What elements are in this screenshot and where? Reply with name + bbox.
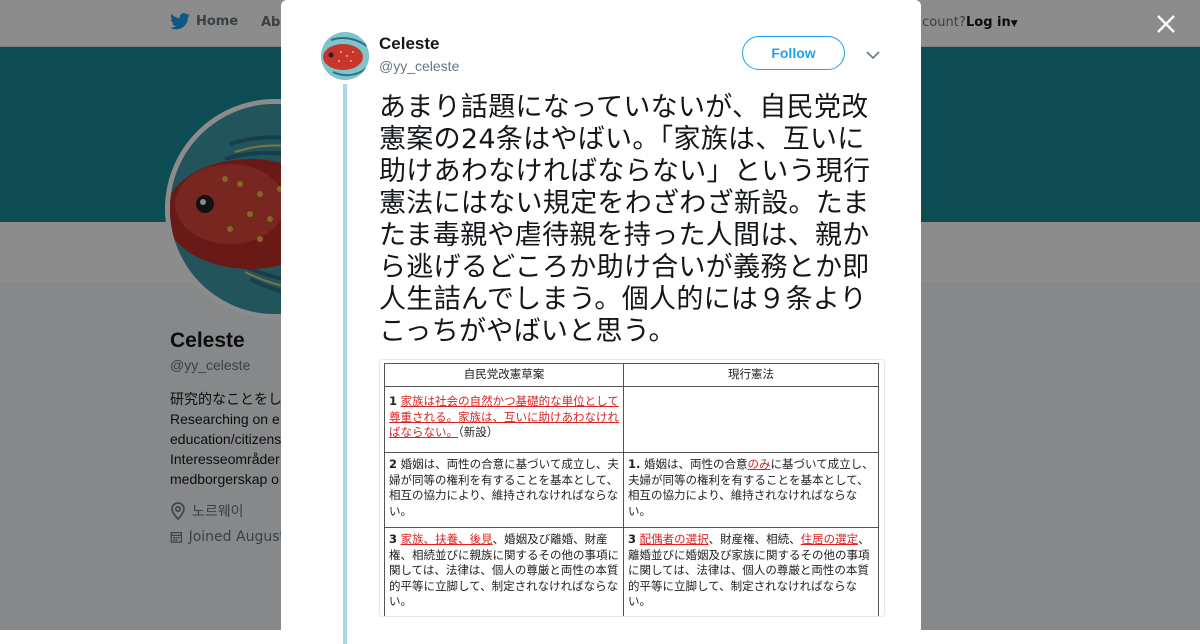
cell-text: 婚姻は、両性の合意 xyxy=(644,457,748,471)
clause-number: 3 xyxy=(389,532,398,546)
table-row: 1 家族は社会の自然かつ基礎的な単位として尊重される。家族は、互いに助けあわなけ… xyxy=(384,386,879,453)
cell-text: 、財産権、相続、 xyxy=(708,532,801,546)
cell-text: （新設） xyxy=(458,425,499,439)
thread-line xyxy=(343,84,347,644)
fish-avatar-image xyxy=(321,32,369,80)
chevron-down-icon[interactable] xyxy=(865,47,881,63)
highlighted-text: 配偶者の選択 xyxy=(639,532,709,546)
table-row: 2 婚姻は、両性の合意に基づいて成立し、夫婦が同等の権利を有することを基本として… xyxy=(384,452,879,528)
tweet-modal: Celeste @yy_celeste Follow あまり話題になっていないが… xyxy=(281,0,921,644)
clause-number: 1. xyxy=(628,457,641,471)
clause-number: 1 xyxy=(389,394,398,408)
clause-number: 3 xyxy=(628,532,637,546)
table-cell: 1. 婚姻は、両性の合意のみに基づいて成立し、夫婦が同等の権利を有することを基本… xyxy=(623,452,879,528)
follow-button[interactable]: Follow xyxy=(742,36,845,70)
table-header: 自民党改憲草案 xyxy=(384,363,624,387)
table-row: 3 家族、扶養、後見、婚姻及び離婚、財産権、相続並びに親族に関するその他の事項に… xyxy=(384,527,879,616)
tweet-text: あまり話題になっていないが、自民党改憲案の24条はやばい。「家族は、互いに助けあ… xyxy=(379,92,871,347)
tweet-image[interactable]: 自民党改憲草案 現行憲法 1 家族は社会の自然かつ基礎的な単位として尊重される。… xyxy=(379,359,885,617)
table-cell: 1 家族は社会の自然かつ基礎的な単位として尊重される。家族は、互いに助けあわなけ… xyxy=(384,386,624,453)
table-cell xyxy=(623,386,879,453)
highlighted-text: 家族、扶養、後見 xyxy=(400,532,493,546)
close-icon[interactable] xyxy=(1152,10,1180,38)
comparison-table: 自民党改憲草案 現行憲法 1 家族は社会の自然かつ基礎的な単位として尊重される。… xyxy=(384,363,879,616)
highlighted-text: のみ xyxy=(747,457,771,471)
table-cell: 3 配偶者の選択、財産権、相続、住居の選定、離婚並びに婚姻及び家族に関するその他… xyxy=(623,527,879,616)
table-cell: 3 家族、扶養、後見、婚姻及び離婚、財産権、相続並びに親族に関するその他の事項に… xyxy=(384,527,624,616)
clause-number: 2 xyxy=(389,457,398,471)
tweet-author-name[interactable]: Celeste xyxy=(379,34,439,54)
table-header: 現行憲法 xyxy=(623,363,879,387)
tweet-author-handle[interactable]: @yy_celeste xyxy=(379,58,459,74)
highlighted-text: 家族は社会の自然かつ基礎的な単位として尊重される。家族は、互いに助けあわなければ… xyxy=(389,394,619,439)
cell-text: 婚姻は、両性の合意に基づいて成立し、夫婦が同等の権利を有することを基本として、相… xyxy=(389,457,619,518)
highlighted-text: 住居の選定 xyxy=(800,532,859,546)
tweet-avatar[interactable] xyxy=(321,32,369,80)
table-cell: 2 婚姻は、両性の合意に基づいて成立し、夫婦が同等の権利を有することを基本として… xyxy=(384,452,624,528)
